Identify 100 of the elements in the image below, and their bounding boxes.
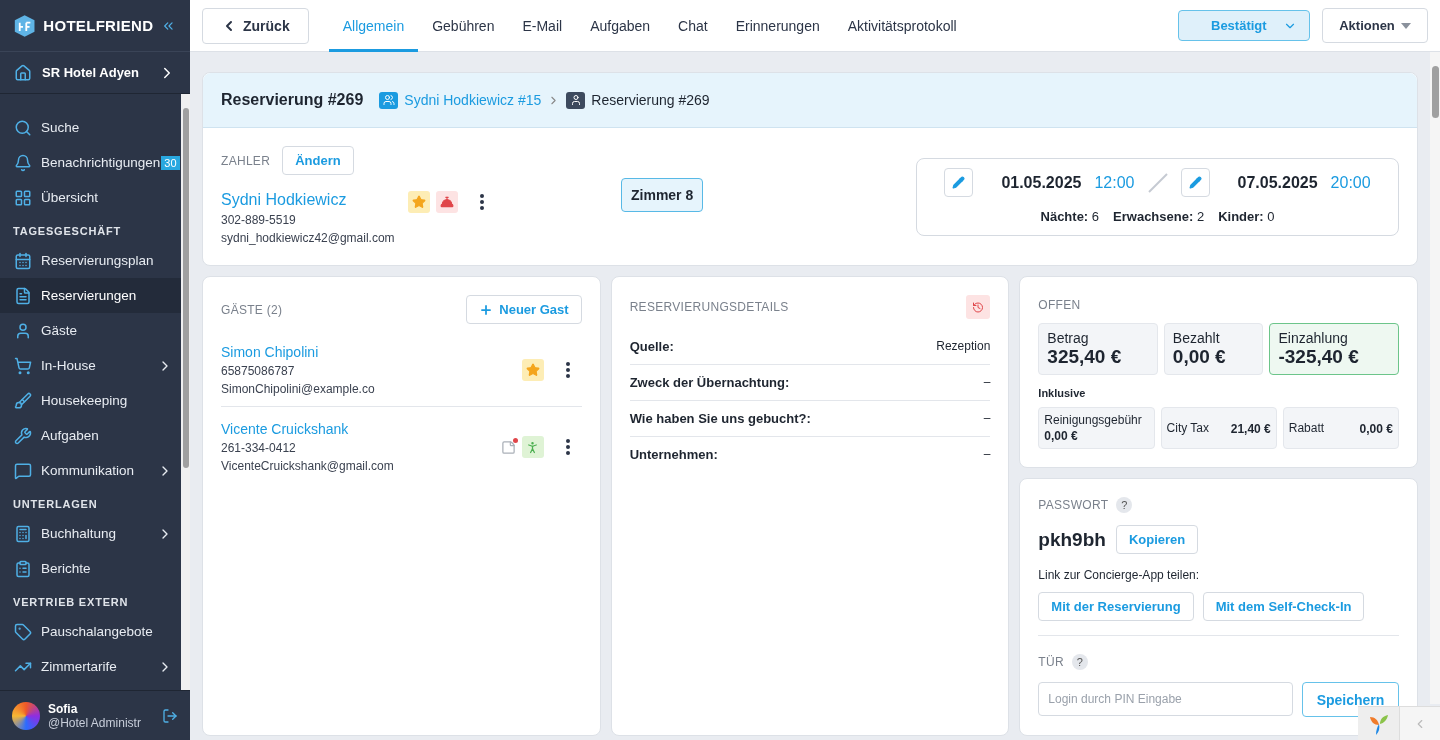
section-label: RESERVIERUNGSDETAILS [629, 300, 789, 314]
person-icon [566, 91, 586, 109]
sidebar-item[interactable]: Pauschalangebote [0, 614, 181, 649]
sidebar-item[interactable]: Berichte [0, 551, 181, 586]
fee-label: Reinigungsgebühr [1044, 413, 1142, 427]
payer-email: sydni_hodkiewicz42@gmail.com [221, 231, 396, 245]
divider-line [1146, 171, 1169, 194]
stay-stat: Nächte: 6 [1040, 209, 1100, 224]
sidebar-item[interactable]: Gäste [0, 313, 181, 348]
more-button[interactable] [565, 362, 570, 378]
sidebar-item[interactable]: Reservierungsplan [0, 243, 181, 278]
history-icon [972, 299, 985, 315]
dots-icon [480, 194, 484, 210]
amount-value: 325,40 € [1047, 346, 1123, 368]
section-heading: VERTRIEB EXTERN [12, 595, 130, 610]
sidebar-item[interactable]: Kommunikation [0, 453, 181, 488]
brand-name: HOTELFRIEND [43, 17, 154, 34]
logout-icon[interactable] [162, 707, 178, 724]
clipboard-icon [14, 559, 32, 578]
guest-phone: 261-334-0412 [221, 441, 297, 455]
back-button[interactable]: Zurück [202, 7, 309, 44]
arrival-time: 12:00 [1093, 173, 1135, 192]
pencil-icon [1188, 176, 1202, 189]
section-label: OFFEN [1038, 298, 1081, 312]
edit-button[interactable] [944, 168, 974, 197]
section-label: PASSWORT [1038, 498, 1109, 512]
sidebar-item[interactable]: Suche [0, 110, 181, 145]
arrival-date: 01.05.2025 [1000, 173, 1082, 192]
fee-label: City Tax [1166, 421, 1209, 435]
detail-value: – [983, 411, 991, 426]
detail-value: – [983, 375, 991, 390]
history-button[interactable] [966, 295, 991, 319]
detail-value: Rezeption [936, 339, 991, 354]
tab[interactable]: Aktivitätsprotokoll [833, 0, 971, 52]
departure-date: 07.05.2025 [1236, 173, 1318, 192]
user-role: @Hotel Administr [48, 715, 142, 730]
included-label: Inklusive [1038, 387, 1087, 399]
dots-icon [565, 362, 570, 378]
search-icon [14, 118, 32, 137]
grid-icon [14, 188, 32, 207]
amount-label: Betrag [1047, 330, 1090, 346]
plus-icon [479, 302, 494, 317]
section-label: TÜR [1038, 655, 1064, 669]
more-button[interactable] [480, 194, 484, 210]
detail-label: Wie haben Sie uns gebucht?: [629, 411, 811, 426]
sidebar-item[interactable]: Zimmertarife [0, 649, 181, 684]
fee-value: 0,00 € [1044, 429, 1078, 443]
fee-label: Rabatt [1288, 421, 1325, 435]
stay-stat: Kinder: 0 [1218, 209, 1275, 224]
amount-label: Einzahlung [1278, 330, 1349, 346]
avatar [12, 701, 40, 730]
guest-phone: 65875086787 [221, 364, 296, 378]
tab[interactable]: E-Mail [508, 0, 577, 52]
more-button[interactable] [565, 439, 570, 455]
sidebar-item[interactable]: Buchhaltung [0, 516, 181, 551]
sidebar-item[interactable]: Übersicht [0, 180, 181, 215]
caret-icon [1400, 22, 1411, 29]
detail-label: Zweck der Übernachtung: [629, 375, 790, 390]
section-label: GÄSTE (2) [221, 302, 283, 317]
stay-stat: Erwachsene: 2 [1113, 209, 1205, 224]
dots-icon [565, 439, 570, 455]
amount-value: 0,00 € [1172, 346, 1227, 368]
detail-value: – [983, 447, 991, 462]
section-heading: UNTERLAGEN [12, 497, 99, 512]
brush-icon [14, 391, 32, 410]
fee-value: 0,00 € [1359, 422, 1393, 436]
section-label: ZAHLER [221, 153, 271, 168]
tab[interactable]: Aufgaben [576, 0, 665, 52]
section-heading: TAGESGESCHÄFT [12, 224, 122, 239]
sidebar-item[interactable]: Housekeeping [0, 383, 181, 418]
payer-phone: 302-889-5519 [221, 213, 297, 227]
help-icon[interactable]: ? [1071, 654, 1088, 670]
pencil-icon [952, 176, 966, 189]
calculator-icon [14, 524, 32, 543]
amount-label: Bezahlt [1172, 330, 1221, 346]
bell-icon [14, 153, 32, 172]
sidebar-item[interactable]: Reservierungen [0, 278, 181, 313]
guest-email: VicenteCruickshank@gmail.com [221, 459, 395, 473]
fee-value: 21,40 € [1230, 422, 1271, 436]
detail-label: Unternehmen: [629, 447, 718, 462]
actions-dropdown[interactable]: Aktionen [1322, 8, 1428, 43]
amount-value: -325,40 € [1278, 346, 1360, 368]
tab[interactable]: Erinnerungen [721, 0, 834, 52]
pin-input[interactable]: Login durch PIN Eingabe [1038, 682, 1293, 716]
sidebar-item[interactable]: In-House [0, 348, 181, 383]
tab[interactable]: Gebühren [418, 0, 509, 52]
room-badge[interactable]: Zimmer 8 [621, 178, 704, 212]
hotel-selector[interactable]: SR Hotel Adyen [0, 52, 190, 94]
reservation-title: Reservierung #269 [221, 91, 364, 109]
count-badge: 30 [161, 155, 180, 170]
tab[interactable]: Chat [664, 0, 722, 52]
wrench-icon [14, 426, 32, 445]
detail-label: Quelle: [629, 339, 674, 354]
user-name: Sofia [48, 701, 79, 716]
guest-email: SimonChipolini@example.co [221, 382, 376, 396]
sidebar-item[interactable]: Aufgaben [0, 418, 181, 453]
chat-icon [14, 461, 32, 480]
help-icon[interactable]: ? [1116, 497, 1133, 513]
edit-button[interactable] [1180, 168, 1210, 197]
sidebar-item[interactable]: Benachrichtigungen 30 [0, 145, 181, 180]
